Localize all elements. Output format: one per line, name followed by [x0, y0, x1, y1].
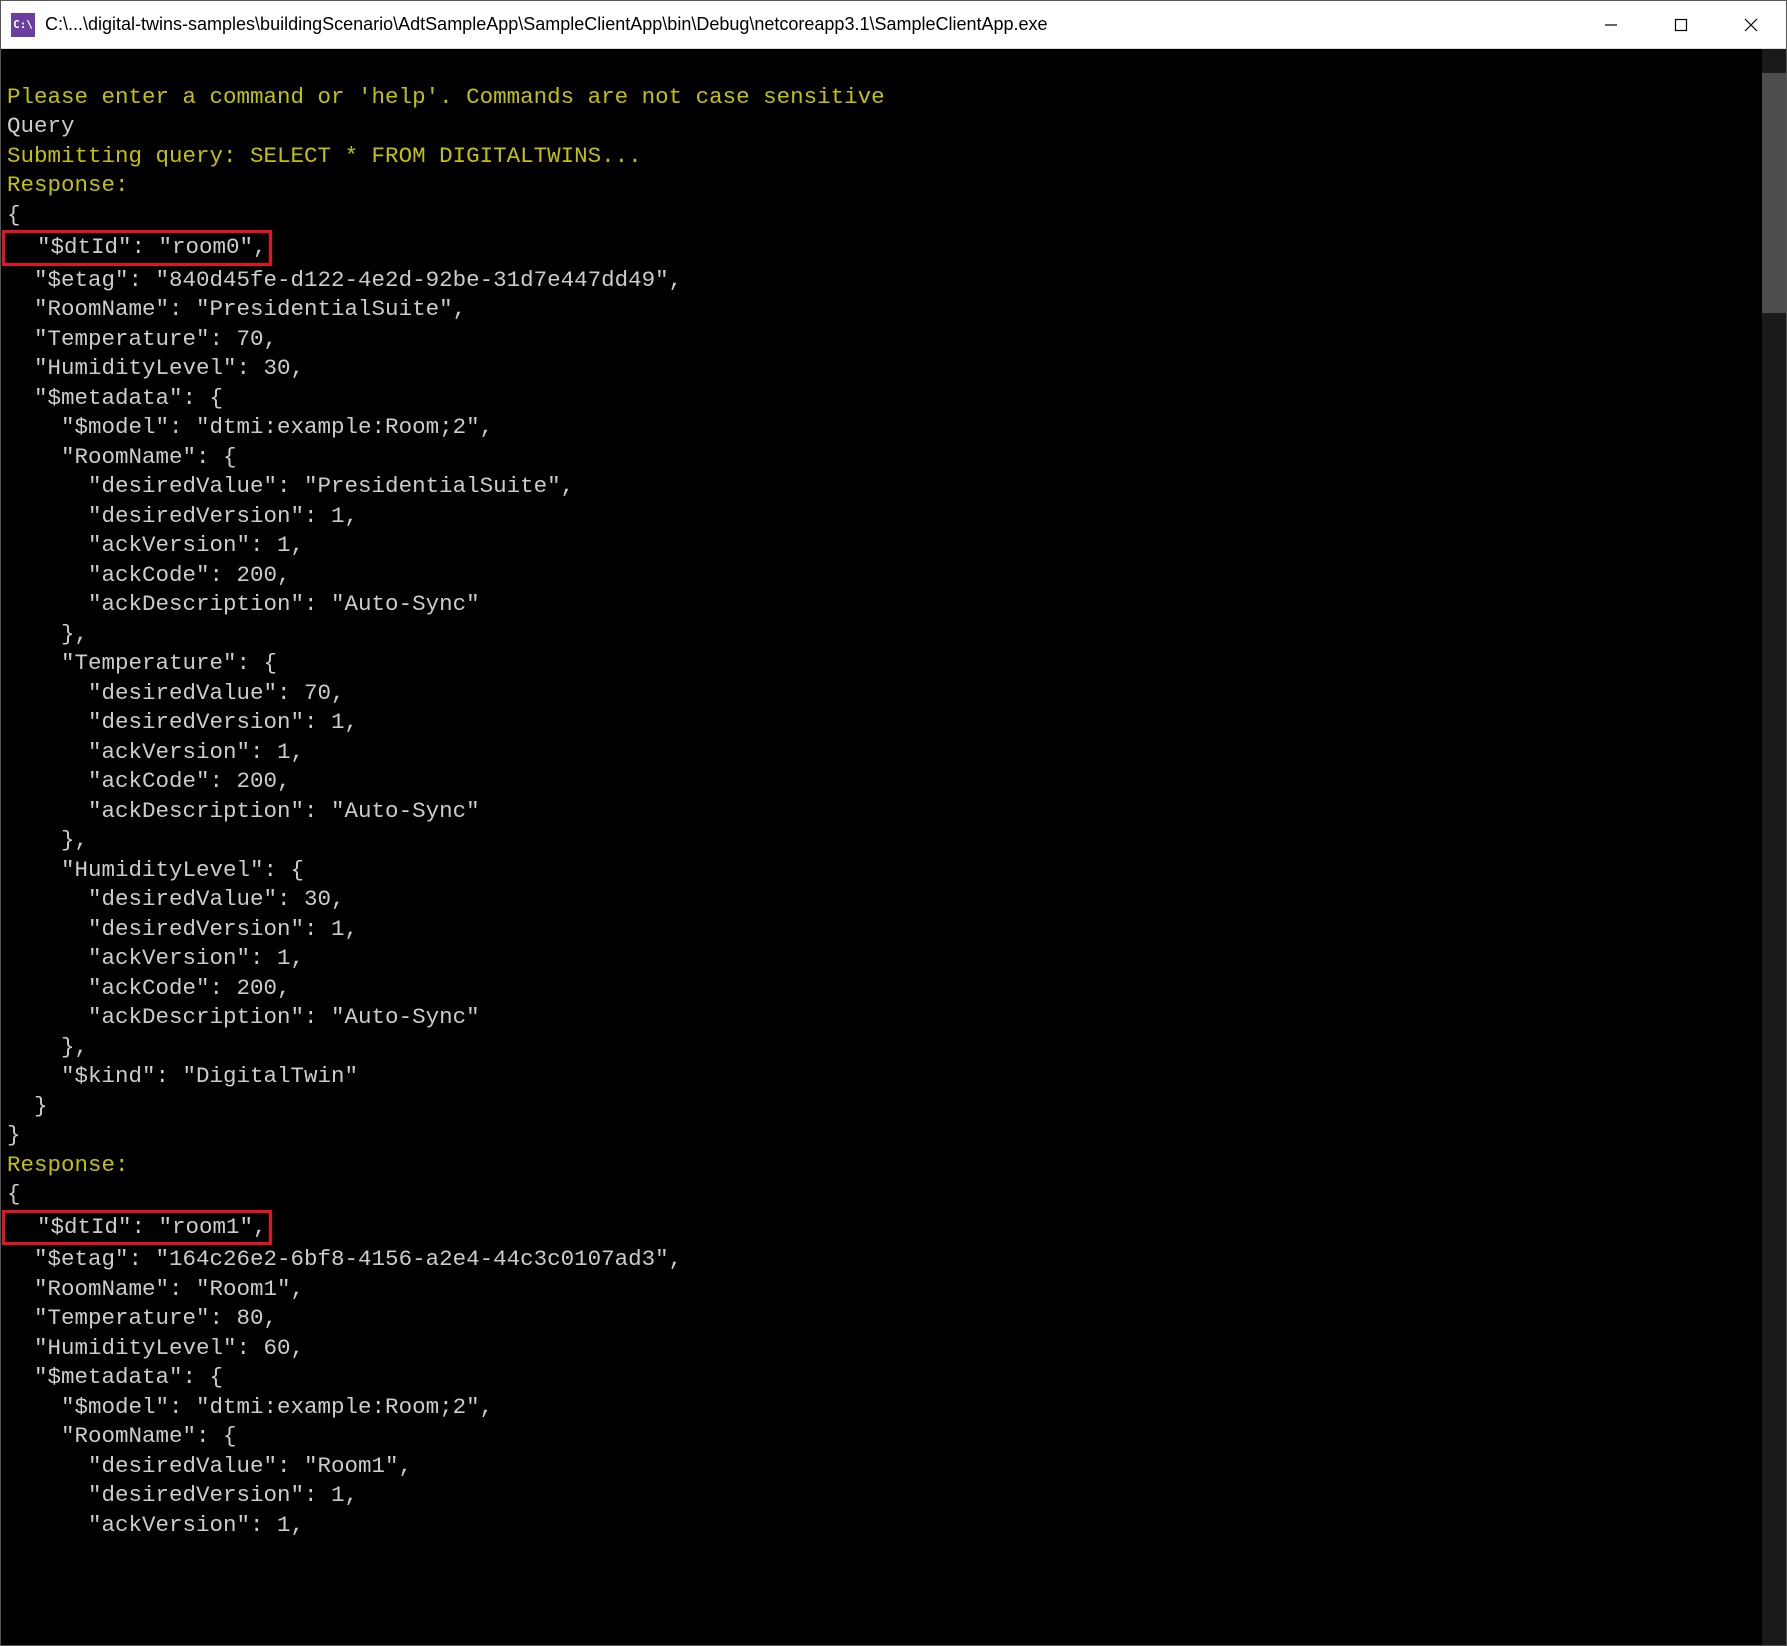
scrollbar[interactable] — [1762, 49, 1786, 1645]
json-line: } — [7, 1122, 21, 1148]
json-dtid-highlight: "$dtId": "room1", — [2, 1210, 272, 1246]
console-output[interactable]: Please enter a command or 'help'. Comman… — [1, 49, 1786, 1645]
json-line: { — [7, 202, 21, 228]
json-line: "HumidityLevel": 60, — [7, 1335, 304, 1361]
json-line: "desiredVersion": 1, — [7, 1482, 358, 1508]
console-response-label: Response: — [7, 172, 129, 198]
json-dtid-highlight: "$dtId": "room0", — [2, 230, 272, 266]
console-input-line: Query — [7, 113, 75, 139]
json-line: "RoomName": { — [7, 444, 237, 470]
json-line: "ackCode": 200, — [7, 768, 291, 794]
json-line: "desiredVersion": 1, — [7, 503, 358, 529]
json-line: "Temperature": { — [7, 650, 277, 676]
close-button[interactable] — [1716, 1, 1786, 48]
window-controls — [1576, 1, 1786, 48]
json-line: "HumidityLevel": 30, — [7, 355, 304, 381]
json-line: "HumidityLevel": { — [7, 857, 304, 883]
app-icon-text: C:\ — [13, 18, 33, 31]
json-line: }, — [7, 621, 88, 647]
json-line: "$kind": "DigitalTwin" — [7, 1063, 358, 1089]
json-line: "desiredValue": "PresidentialSuite", — [7, 473, 574, 499]
json-line: { — [7, 1181, 21, 1207]
json-line: "ackCode": 200, — [7, 975, 291, 1001]
json-line: }, — [7, 827, 88, 853]
scrollbar-thumb[interactable] — [1762, 73, 1786, 313]
json-line: "ackVersion": 1, — [7, 739, 304, 765]
json-line: "ackVersion": 1, — [7, 532, 304, 558]
json-line: "ackDescription": "Auto-Sync" — [7, 1004, 480, 1030]
json-line: "ackCode": 200, — [7, 562, 291, 588]
json-line: "ackDescription": "Auto-Sync" — [7, 591, 480, 617]
app-window: C:\ C:\...\digital-twins-samples\buildin… — [0, 0, 1787, 1646]
json-line: "$model": "dtmi:example:Room;2", — [7, 414, 493, 440]
json-line: "Temperature": 80, — [7, 1305, 277, 1331]
json-line: "ackVersion": 1, — [7, 1512, 304, 1538]
console-prompt-line: Please enter a command or 'help'. Comman… — [7, 84, 885, 110]
titlebar[interactable]: C:\ C:\...\digital-twins-samples\buildin… — [1, 1, 1786, 49]
json-line: "$etag": "164c26e2-6bf8-4156-a2e4-44c3c0… — [7, 1246, 682, 1272]
json-line: "$metadata": { — [7, 385, 223, 411]
json-line: "$metadata": { — [7, 1364, 223, 1390]
json-line: "desiredValue": 30, — [7, 886, 345, 912]
json-line: "$etag": "840d45fe-d122-4e2d-92be-31d7e4… — [7, 267, 682, 293]
console-submitting-line: Submitting query: SELECT * FROM DIGITALT… — [7, 143, 642, 169]
json-line: "RoomName": "Room1", — [7, 1276, 304, 1302]
json-line: "Temperature": 70, — [7, 326, 277, 352]
json-line: "desiredVersion": 1, — [7, 916, 358, 942]
json-line: "desiredValue": "Room1", — [7, 1453, 412, 1479]
json-line: "desiredValue": 70, — [7, 680, 345, 706]
console-response-label: Response: — [7, 1152, 129, 1178]
json-line: }, — [7, 1034, 88, 1060]
json-line: "RoomName": "PresidentialSuite", — [7, 296, 466, 322]
json-line: "ackDescription": "Auto-Sync" — [7, 798, 480, 824]
json-line: "RoomName": { — [7, 1423, 237, 1449]
app-icon: C:\ — [11, 13, 35, 37]
minimize-button[interactable] — [1576, 1, 1646, 48]
json-line: "$model": "dtmi:example:Room;2", — [7, 1394, 493, 1420]
window-title: C:\...\digital-twins-samples\buildingSce… — [45, 14, 1576, 35]
maximize-button[interactable] — [1646, 1, 1716, 48]
json-line: "ackVersion": 1, — [7, 945, 304, 971]
json-line: } — [7, 1093, 48, 1119]
json-line: "desiredVersion": 1, — [7, 709, 358, 735]
